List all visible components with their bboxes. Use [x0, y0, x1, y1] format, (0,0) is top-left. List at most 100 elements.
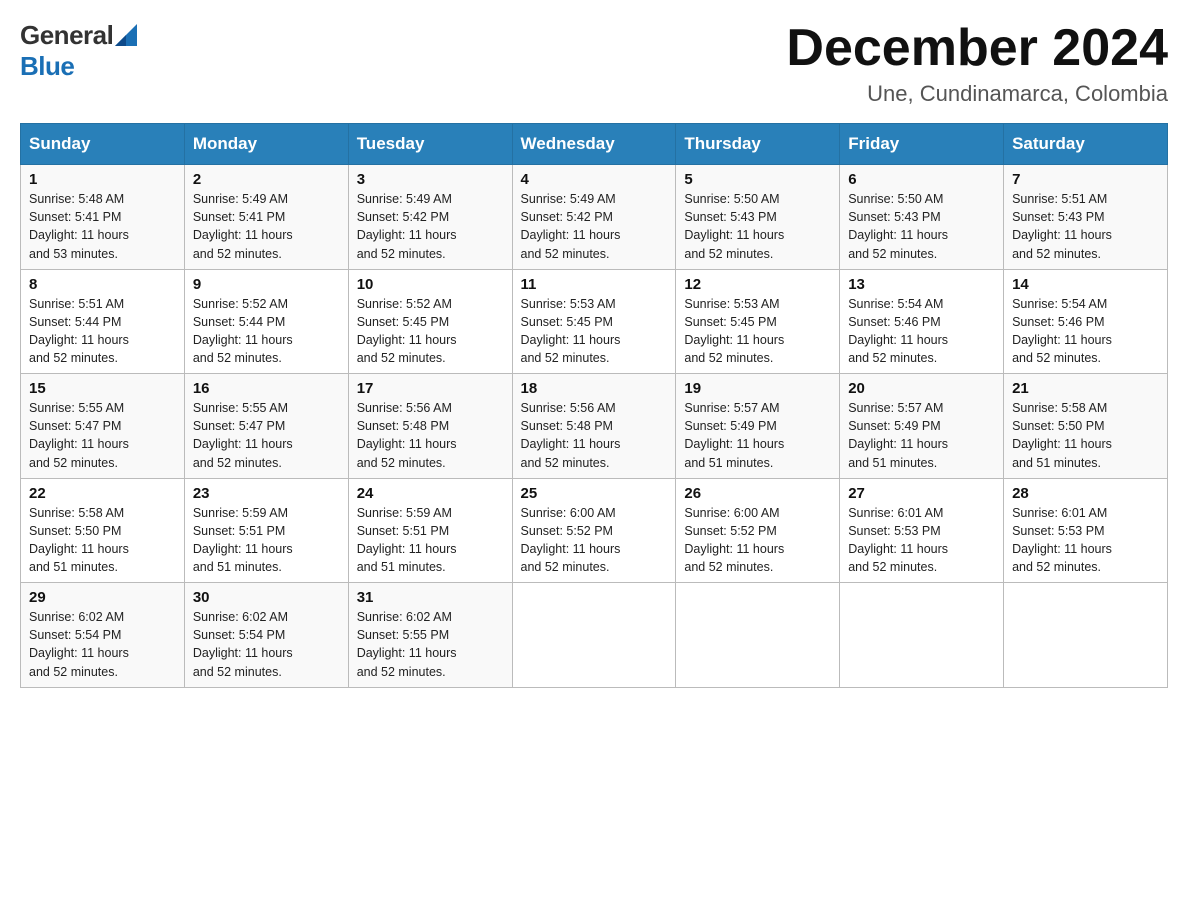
day-header-thursday: Thursday — [676, 124, 840, 165]
day-number: 30 — [193, 589, 340, 606]
calendar-cell — [1004, 583, 1168, 688]
day-number: 5 — [684, 171, 831, 188]
day-info: Sunrise: 5:55 AMSunset: 5:47 PMDaylight:… — [193, 399, 340, 472]
logo-triangle-icon — [115, 24, 137, 46]
calendar-cell: 4Sunrise: 5:49 AMSunset: 5:42 PMDaylight… — [512, 165, 676, 270]
day-info: Sunrise: 5:51 AMSunset: 5:43 PMDaylight:… — [1012, 190, 1159, 263]
day-number: 26 — [684, 485, 831, 502]
calendar-cell: 20Sunrise: 5:57 AMSunset: 5:49 PMDayligh… — [840, 374, 1004, 479]
day-number: 8 — [29, 276, 176, 293]
calendar-title: December 2024 — [786, 20, 1168, 77]
calendar-week-row: 15 Sunrise: 5:55 AMSunset: 5:47 PMDayligh… — [21, 374, 1168, 479]
day-header-wednesday: Wednesday — [512, 124, 676, 165]
day-info: Sunrise: 5:57 AMSunset: 5:49 PMDaylight:… — [848, 399, 995, 472]
calendar-cell: 29 Sunrise: 6:02 AMSunset: 5:54 PMDayligh… — [21, 583, 185, 688]
calendar-cell: 21 Sunrise: 5:58 AMSunset: 5:50 PMDayligh… — [1004, 374, 1168, 479]
day-header-monday: Monday — [184, 124, 348, 165]
calendar-location: Une, Cundinamarca, Colombia — [786, 81, 1168, 107]
day-info: Sunrise: 5:57 AMSunset: 5:49 PMDaylight:… — [684, 399, 831, 472]
calendar-cell: 13 Sunrise: 5:54 AMSunset: 5:46 PMDayligh… — [840, 269, 1004, 374]
calendar-week-row: 29 Sunrise: 6:02 AMSunset: 5:54 PMDayligh… — [21, 583, 1168, 688]
calendar-cell: 2 Sunrise: 5:49 AMSunset: 5:41 PMDaylight… — [184, 165, 348, 270]
logo-general-text: General — [20, 20, 113, 51]
calendar-cell: 6Sunrise: 5:50 AMSunset: 5:43 PMDaylight… — [840, 165, 1004, 270]
day-number: 9 — [193, 276, 340, 293]
day-info: Sunrise: 5:54 AMSunset: 5:46 PMDaylight:… — [848, 295, 995, 368]
calendar-cell: 8 Sunrise: 5:51 AMSunset: 5:44 PMDaylight… — [21, 269, 185, 374]
calendar-cell: 5 Sunrise: 5:50 AMSunset: 5:43 PMDaylight… — [676, 165, 840, 270]
calendar-cell: 9Sunrise: 5:52 AMSunset: 5:44 PMDaylight… — [184, 269, 348, 374]
day-number: 22 — [29, 485, 176, 502]
day-info: Sunrise: 5:50 AMSunset: 5:43 PMDaylight:… — [848, 190, 995, 263]
calendar-cell: 22 Sunrise: 5:58 AMSunset: 5:50 PMDayligh… — [21, 478, 185, 583]
day-header-saturday: Saturday — [1004, 124, 1168, 165]
day-info: Sunrise: 5:50 AMSunset: 5:43 PMDaylight:… — [684, 190, 831, 263]
day-number: 11 — [521, 276, 668, 293]
day-info: Sunrise: 5:49 AMSunset: 5:41 PMDaylight:… — [193, 190, 340, 263]
logo: General Blue — [20, 20, 137, 82]
calendar-cell: 11 Sunrise: 5:53 AMSunset: 5:45 PMDayligh… — [512, 269, 676, 374]
calendar-cell: 1Sunrise: 5:48 AMSunset: 5:41 PMDaylight… — [21, 165, 185, 270]
calendar-cell — [512, 583, 676, 688]
day-info: Sunrise: 5:56 AMSunset: 5:48 PMDaylight:… — [357, 399, 504, 472]
day-number: 29 — [29, 589, 176, 606]
day-info: Sunrise: 6:02 AMSunset: 5:54 PMDaylight:… — [193, 608, 340, 681]
header: General Blue December 2024 Une, Cundinam… — [20, 20, 1168, 107]
day-header-sunday: Sunday — [21, 124, 185, 165]
day-info: Sunrise: 5:49 AMSunset: 5:42 PMDaylight:… — [357, 190, 504, 263]
day-info: Sunrise: 5:56 AMSunset: 5:48 PMDaylight:… — [521, 399, 668, 472]
day-number: 3 — [357, 171, 504, 188]
calendar-cell: 17 Sunrise: 5:56 AMSunset: 5:48 PMDayligh… — [348, 374, 512, 479]
calendar-cell — [676, 583, 840, 688]
day-number: 7 — [1012, 171, 1159, 188]
calendar-cell: 26 Sunrise: 6:00 AMSunset: 5:52 PMDayligh… — [676, 478, 840, 583]
day-number: 24 — [357, 485, 504, 502]
calendar-cell: 24 Sunrise: 5:59 AMSunset: 5:51 PMDayligh… — [348, 478, 512, 583]
day-number: 16 — [193, 380, 340, 397]
day-info: Sunrise: 6:01 AMSunset: 5:53 PMDaylight:… — [848, 504, 995, 577]
day-info: Sunrise: 5:53 AMSunset: 5:45 PMDaylight:… — [684, 295, 831, 368]
day-info: Sunrise: 5:58 AMSunset: 5:50 PMDaylight:… — [29, 504, 176, 577]
day-info: Sunrise: 5:58 AMSunset: 5:50 PMDaylight:… — [1012, 399, 1159, 472]
day-info: Sunrise: 5:55 AMSunset: 5:47 PMDaylight:… — [29, 399, 176, 472]
calendar-cell: 10 Sunrise: 5:52 AMSunset: 5:45 PMDayligh… — [348, 269, 512, 374]
day-number: 21 — [1012, 380, 1159, 397]
calendar-cell: 28 Sunrise: 6:01 AMSunset: 5:53 PMDayligh… — [1004, 478, 1168, 583]
calendar-week-row: 1Sunrise: 5:48 AMSunset: 5:41 PMDaylight… — [21, 165, 1168, 270]
day-info: Sunrise: 5:52 AMSunset: 5:45 PMDaylight:… — [357, 295, 504, 368]
day-info: Sunrise: 5:51 AMSunset: 5:44 PMDaylight:… — [29, 295, 176, 368]
day-number: 10 — [357, 276, 504, 293]
calendar-cell: 7 Sunrise: 5:51 AMSunset: 5:43 PMDaylight… — [1004, 165, 1168, 270]
day-info: Sunrise: 5:54 AMSunset: 5:46 PMDaylight:… — [1012, 295, 1159, 368]
day-number: 19 — [684, 380, 831, 397]
day-info: Sunrise: 6:01 AMSunset: 5:53 PMDaylight:… — [1012, 504, 1159, 577]
day-number: 4 — [521, 171, 668, 188]
day-number: 27 — [848, 485, 995, 502]
day-number: 2 — [193, 171, 340, 188]
title-area: December 2024 Une, Cundinamarca, Colombi… — [786, 20, 1168, 107]
calendar-cell: 19 Sunrise: 5:57 AMSunset: 5:49 PMDayligh… — [676, 374, 840, 479]
day-info: Sunrise: 5:59 AMSunset: 5:51 PMDaylight:… — [357, 504, 504, 577]
day-number: 17 — [357, 380, 504, 397]
day-number: 28 — [1012, 485, 1159, 502]
day-number: 13 — [848, 276, 995, 293]
day-info: Sunrise: 6:02 AMSunset: 5:54 PMDaylight:… — [29, 608, 176, 681]
calendar-cell: 3 Sunrise: 5:49 AMSunset: 5:42 PMDaylight… — [348, 165, 512, 270]
day-info: Sunrise: 5:53 AMSunset: 5:45 PMDaylight:… — [521, 295, 668, 368]
day-number: 12 — [684, 276, 831, 293]
calendar-week-row: 8 Sunrise: 5:51 AMSunset: 5:44 PMDaylight… — [21, 269, 1168, 374]
day-number: 25 — [521, 485, 668, 502]
calendar-cell: 15 Sunrise: 5:55 AMSunset: 5:47 PMDayligh… — [21, 374, 185, 479]
day-info: Sunrise: 6:00 AMSunset: 5:52 PMDaylight:… — [521, 504, 668, 577]
calendar-cell: 27 Sunrise: 6:01 AMSunset: 5:53 PMDayligh… — [840, 478, 1004, 583]
day-number: 15 — [29, 380, 176, 397]
calendar-week-row: 22 Sunrise: 5:58 AMSunset: 5:50 PMDayligh… — [21, 478, 1168, 583]
day-info: Sunrise: 5:59 AMSunset: 5:51 PMDaylight:… — [193, 504, 340, 577]
calendar-table: SundayMondayTuesdayWednesdayThursdayFrid… — [20, 123, 1168, 688]
logo-blue-text: Blue — [20, 51, 74, 82]
calendar-cell — [840, 583, 1004, 688]
day-header-tuesday: Tuesday — [348, 124, 512, 165]
day-number: 31 — [357, 589, 504, 606]
day-info: Sunrise: 6:00 AMSunset: 5:52 PMDaylight:… — [684, 504, 831, 577]
calendar-cell: 14Sunrise: 5:54 AMSunset: 5:46 PMDayligh… — [1004, 269, 1168, 374]
